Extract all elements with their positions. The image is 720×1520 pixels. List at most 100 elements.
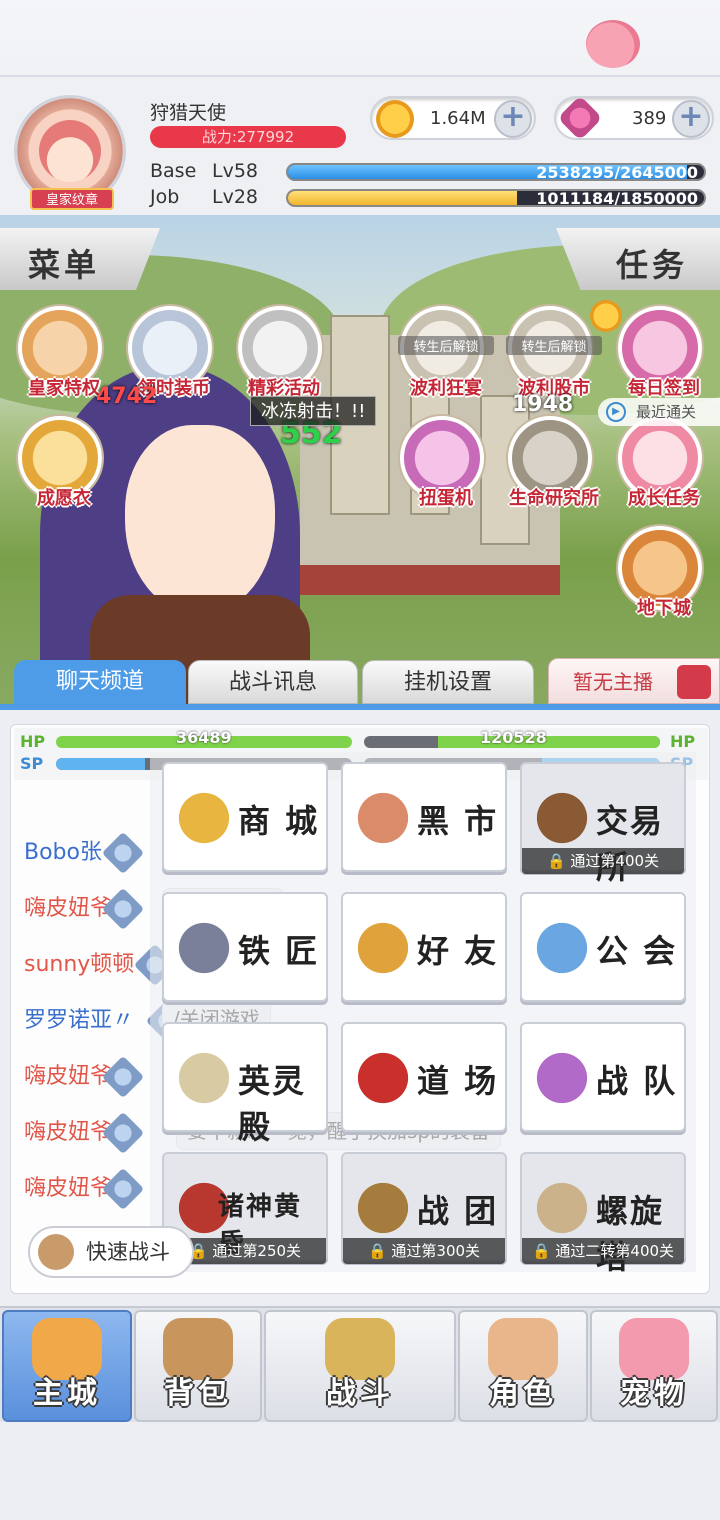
job-exp-text: 1011184/1850000 [536, 189, 698, 207]
menu-cell[interactable]: 战 团 🔒 通过第300关 [341, 1152, 507, 1264]
gem-value: 389 [632, 108, 667, 129]
base-label: Base [150, 160, 197, 182]
chat-sender[interactable]: 嗨皮妞爷 [24, 1058, 112, 1090]
event-daily-signin[interactable]: 每日签到 [618, 306, 702, 399]
event-label: 生命研究所 [509, 488, 599, 509]
tab-battle-log[interactable]: 战斗讯息 [188, 660, 358, 704]
my-hp-value: 36489 [176, 728, 232, 747]
menu-cell-label: 好 友 [417, 932, 499, 970]
chat-sender[interactable]: 罗罗诺亚〃 [24, 1002, 134, 1034]
base-exp-text: 2538295/2645000 [536, 163, 698, 181]
menu-cell-lock-text: 通过第250关 [212, 1242, 302, 1260]
menu-cell[interactable]: 公 会 [520, 892, 686, 1002]
menu-button[interactable]: 菜单 [0, 228, 160, 290]
event-fashion-coin[interactable]: 领时装币 [128, 306, 212, 399]
menu-cell-icon [351, 1046, 415, 1110]
gem-counter: 389 + [554, 95, 714, 141]
nav-label: 角色 [489, 1376, 557, 1411]
job-exp-bar: 1011184/1850000 [286, 189, 706, 207]
menu-cell-label: 铁 匠 [238, 932, 320, 970]
menu-cell-label: 战 队 [596, 1062, 678, 1100]
menu-cell-label: 战 团 [417, 1192, 499, 1230]
chat-sender[interactable]: 嗨皮妞爷 [24, 890, 112, 922]
menu-cell-lock: 🔒 通过二转第400关 [522, 1238, 684, 1264]
coin-icon [590, 300, 622, 332]
add-gem-button[interactable]: + [672, 100, 710, 138]
job-label: Job [150, 186, 180, 208]
menu-cell-icon [351, 1176, 415, 1240]
nav-button[interactable]: 主城 [2, 1310, 132, 1422]
menu-cell[interactable]: 道 场 [341, 1022, 507, 1132]
event-growth-task[interactable]: 成长任务 [618, 416, 702, 509]
event-label: 每日签到 [628, 378, 700, 399]
lock-icon: 🔒 [531, 1242, 556, 1260]
chat-sender[interactable]: 嗨皮妞爷 [24, 1114, 112, 1146]
event-poring-stock[interactable]: 转生后解锁 波利股市 [506, 306, 602, 399]
lock-icon: 🔒 [546, 852, 571, 870]
menu-cell-icon [530, 1046, 594, 1110]
anchor-button[interactable]: 暂无主播 [548, 658, 720, 704]
bottom-nav: 主城 背包 战斗 角色 宠物 [0, 1306, 720, 1422]
nav-button[interactable]: 角色 [458, 1310, 588, 1422]
event-gacha[interactable]: 扭蛋机 [400, 416, 484, 509]
recent-clear-button[interactable]: ▶ 最近通关 [598, 398, 720, 426]
add-zeny-button[interactable]: + [494, 100, 532, 138]
event-royal-privilege[interactable]: 皇家特权 [18, 306, 102, 399]
chat-sender[interactable]: Bobo张 [24, 834, 102, 866]
nav-label: 主城 [33, 1376, 101, 1411]
chat-sender[interactable]: 嗨皮妞爷 [24, 1170, 112, 1202]
warrior-icon [38, 1234, 74, 1270]
nav-button[interactable]: 战斗 [264, 1310, 456, 1422]
my-sp-label: SP [20, 754, 44, 773]
job-exp-fill [288, 191, 517, 205]
event-wish-clothes[interactable]: 成愿衣 [18, 416, 102, 509]
menu-cell[interactable]: 交易所🔒 通过第400关 [520, 762, 686, 886]
menu-cell-label: 交易所 [596, 802, 665, 886]
quick-battle-button[interactable]: 快速战斗 [28, 1226, 194, 1278]
menu-cell[interactable]: 螺旋塔🔒 通过二转第400关 [520, 1152, 686, 1276]
royal-badge[interactable]: 皇家纹章 [30, 188, 114, 210]
menu-cell-icon [530, 1176, 594, 1240]
base-exp-bar: 2538295/2645000 [286, 163, 706, 181]
event-label: 成愿衣 [37, 488, 91, 509]
event-label: 扭蛋机 [419, 488, 473, 509]
base-level: Lv58 [212, 160, 259, 182]
menu-cell-lock: 🔒 通过第400关 [522, 848, 684, 874]
menu-cell[interactable]: 战 队 [520, 1022, 686, 1132]
menu-cell-lock-text: 通过第400关 [570, 852, 660, 870]
menu-cell[interactable]: 黑 市 [341, 762, 507, 872]
poring-pet-icon[interactable] [586, 20, 640, 68]
menu-cell[interactable]: 英灵殿 [162, 1022, 328, 1146]
vip-icon [101, 831, 145, 875]
function-menu-grid: 商 城黑 市交易所🔒 通过第400关铁 匠好 友公 会英灵殿道 场战 队诸神黄昏… [150, 752, 696, 1276]
chat-sender[interactable]: sunny顿顿 [24, 946, 134, 978]
recent-clear-label: 最近通关 [636, 403, 697, 421]
event-activities[interactable]: 精彩活动 [238, 306, 322, 399]
damage-number: 1948 [512, 392, 574, 417]
task-button[interactable]: 任务 [556, 228, 720, 290]
menu-cell-label: 道 场 [417, 1062, 499, 1100]
nav-button[interactable]: 宠物 [590, 1310, 718, 1422]
lock-icon: 🔒 [367, 1242, 392, 1260]
tab-idle-settings[interactable]: 挂机设置 [362, 660, 534, 704]
damage-number: 4742 [96, 384, 158, 409]
gem-icon [557, 95, 603, 141]
event-life-lab[interactable]: 生命研究所 [508, 416, 599, 509]
menu-cell-icon [172, 786, 236, 850]
event-poring-feast[interactable]: 转生后解锁 波利狂宴 [398, 306, 494, 399]
event-lock-text: 转生后解锁 [506, 336, 602, 355]
menu-cell[interactable]: 好 友 [341, 892, 507, 1002]
nav-button[interactable]: 背包 [134, 1310, 262, 1422]
tab-chat-channel[interactable]: 聊天频道 [14, 660, 186, 704]
menu-cell[interactable]: 铁 匠 [162, 892, 328, 1002]
event-label: 成长任务 [628, 488, 700, 509]
nav-label: 战斗 [326, 1376, 394, 1411]
menu-cell-label: 公 会 [596, 932, 678, 970]
anchor-label: 暂无主播 [573, 670, 653, 694]
player-name: 狩猎天使 [150, 102, 227, 124]
menu-cell-icon [530, 786, 594, 850]
menu-cell-icon [351, 916, 415, 980]
event-dungeon[interactable]: 地下城 [618, 526, 702, 619]
menu-cell[interactable]: 商 城 [162, 762, 328, 872]
menu-cell-lock-text: 通过二转第400关 [555, 1242, 675, 1260]
